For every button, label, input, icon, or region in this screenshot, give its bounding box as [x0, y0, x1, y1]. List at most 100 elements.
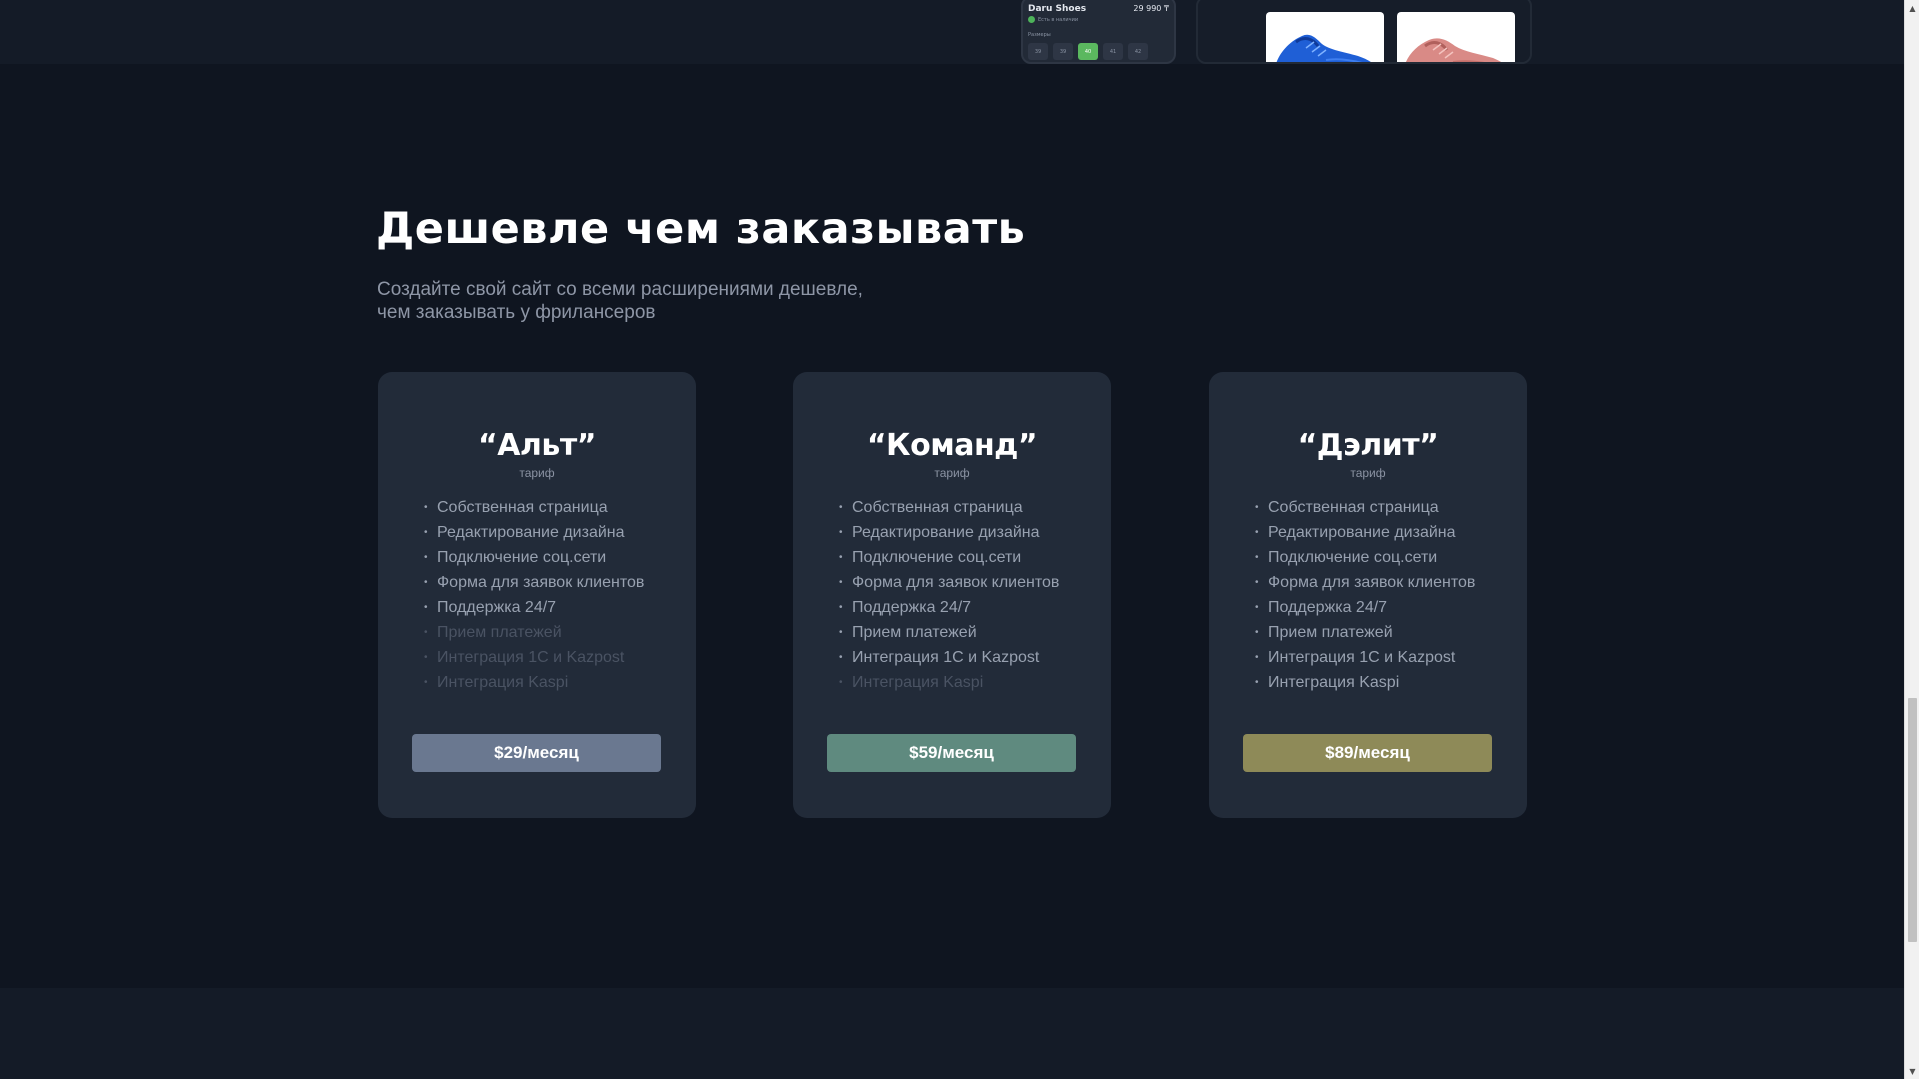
- preview-size-option[interactable]: 41: [1103, 43, 1123, 60]
- bullet-icon: •: [424, 627, 428, 638]
- feature-item: • Форма для заявок клиентов: [424, 570, 644, 595]
- bullet-icon: •: [1255, 552, 1259, 563]
- feature-item: • Интеграция 1С и Kazpost: [839, 645, 1059, 670]
- feature-text: Собственная страница: [852, 498, 1023, 516]
- preview-size-option[interactable]: 39: [1053, 43, 1073, 60]
- plan-label: тариф: [519, 466, 555, 480]
- feature-list: • Собственная страница • Редактирование диз…: [839, 495, 1059, 695]
- bullet-icon: •: [1255, 502, 1259, 513]
- preview-size-option[interactable]: 42: [1128, 43, 1148, 60]
- plan-name: “Дэлит”: [1297, 428, 1439, 463]
- feature-item: • Подключение соц.сети: [1255, 545, 1475, 570]
- preview-sizes-label: Размеры: [1028, 32, 1051, 38]
- plan-name: “Альт”: [478, 428, 596, 463]
- next-section-strip: [0, 988, 1904, 1079]
- phone-preview: Daru Shoes 29 990 ₸ Есть в наличии Разме…: [1021, 0, 1176, 64]
- bullet-icon: •: [424, 652, 428, 663]
- subtitle-line-1: Создайте свой сайт со всеми расширениями…: [377, 279, 863, 300]
- bullet-icon: •: [1255, 527, 1259, 538]
- feature-item: • Интеграция Kaspi: [424, 670, 644, 695]
- plan-label: тариф: [934, 466, 970, 480]
- bullet-icon: •: [1255, 627, 1259, 638]
- feature-item: • Собственная страница: [424, 495, 644, 520]
- product-card-blue-shoe[interactable]: [1266, 12, 1384, 62]
- scroll-down-arrow-icon[interactable]: ▼: [1905, 1063, 1919, 1079]
- feature-text: Форма для заявок клиентов: [1268, 573, 1476, 591]
- feature-text: Интеграция 1С и Kazpost: [1268, 648, 1456, 666]
- feature-text: Интеграция 1С и Kazpost: [852, 648, 1040, 666]
- plan-price-button[interactable]: $29/месяц: [412, 734, 661, 772]
- top-preview-strip: Daru Shoes 29 990 ₸ Есть в наличии Разме…: [0, 0, 1904, 64]
- bullet-icon: •: [839, 602, 843, 613]
- feature-item: • Поддержка 24/7: [424, 595, 644, 620]
- feature-text: Подключение соц.сети: [1268, 548, 1438, 566]
- section-subtitle: Создайте свой сайт со всеми расширениями…: [377, 278, 937, 324]
- subtitle-line-2: чем заказывать у фрилансеров: [377, 302, 656, 323]
- plan-price-button[interactable]: $59/месяц: [827, 734, 1076, 772]
- bullet-icon: •: [1255, 652, 1259, 663]
- bullet-icon: •: [424, 552, 428, 563]
- plan-price-button[interactable]: $89/месяц: [1243, 734, 1492, 772]
- preview-price: 29 990 ₸: [1133, 4, 1169, 13]
- section-heading: Дешевле чем заказывать: [376, 204, 1026, 254]
- feature-text: Поддержка 24/7: [852, 598, 972, 616]
- scroll-up-arrow-icon[interactable]: ▲: [1905, 0, 1919, 16]
- feature-text: Прием платежей: [1268, 623, 1393, 641]
- feature-item: • Поддержка 24/7: [839, 595, 1059, 620]
- feature-item: • Прием платежей: [424, 620, 644, 645]
- feature-item: • Форма для заявок клиентов: [839, 570, 1059, 595]
- bullet-icon: •: [424, 527, 428, 538]
- feature-text: Форма для заявок клиентов: [437, 573, 645, 591]
- feature-item: • Собственная страница: [839, 495, 1059, 520]
- feature-item: • Поддержка 24/7: [1255, 595, 1475, 620]
- feature-item: • Интеграция Kaspi: [839, 670, 1059, 695]
- pricing-section: Дешевле чем заказывать Создайте свой сай…: [0, 64, 1904, 988]
- feature-item: • Подключение соц.сети: [424, 545, 644, 570]
- bullet-icon: •: [424, 602, 428, 613]
- feature-text: Поддержка 24/7: [1268, 598, 1388, 616]
- page: Daru Shoes 29 990 ₸ Есть в наличии Разме…: [0, 0, 1919, 1079]
- vertical-scrollbar[interactable]: ▲ ▼: [1904, 0, 1919, 1079]
- plan-label: тариф: [1350, 466, 1386, 480]
- bullet-icon: •: [424, 502, 428, 513]
- feature-text: Форма для заявок клиентов: [852, 573, 1060, 591]
- feature-list: • Собственная страница • Редактирование диз…: [424, 495, 644, 695]
- preview-brand: Daru Shoes: [1028, 4, 1087, 14]
- stock-dot-icon: [1028, 16, 1035, 23]
- feature-item: • Интеграция 1С и Kazpost: [424, 645, 644, 670]
- feature-text: Собственная страница: [437, 498, 608, 516]
- bullet-icon: •: [839, 677, 843, 688]
- feature-list: • Собственная страница • Редактирование диз…: [1255, 495, 1475, 695]
- blue-sneaker-icon: [1276, 34, 1371, 62]
- bullet-icon: •: [839, 577, 843, 588]
- plan-card-komand: “Команд” тариф • Собственная страница • Ред…: [793, 372, 1111, 818]
- feature-text: Интеграция Kaspi: [852, 673, 984, 691]
- feature-text: Интеграция Kaspi: [437, 673, 569, 691]
- bullet-icon: •: [1255, 577, 1259, 588]
- preview-size-option[interactable]: 40: [1078, 43, 1098, 60]
- preview-stock: Есть в наличии: [1028, 16, 1078, 23]
- preview-size-option[interactable]: 39: [1028, 43, 1048, 60]
- product-card-pink-shoe[interactable]: [1397, 12, 1515, 62]
- feature-text: Редактирование дизайна: [852, 523, 1040, 541]
- bullet-icon: •: [1255, 602, 1259, 613]
- feature-item: • Форма для заявок клиентов: [1255, 570, 1475, 595]
- bullet-icon: •: [839, 627, 843, 638]
- feature-item: • Подключение соц.сети: [839, 545, 1059, 570]
- feature-text: Интеграция 1С и Kazpost: [437, 648, 625, 666]
- feature-item: • Собственная страница: [1255, 495, 1475, 520]
- feature-text: Поддержка 24/7: [437, 598, 557, 616]
- product-grid-preview: [1196, 0, 1532, 64]
- feature-text: Прием платежей: [437, 623, 562, 641]
- preview-stock-text: Есть в наличии: [1038, 16, 1079, 23]
- feature-text: Интеграция Kaspi: [1268, 673, 1400, 691]
- feature-item: • Редактирование дизайна: [839, 520, 1059, 545]
- feature-text: Собственная страница: [1268, 498, 1439, 516]
- plan-name: “Команд”: [866, 428, 1038, 463]
- feature-text: Подключение соц.сети: [437, 548, 607, 566]
- bullet-icon: •: [839, 552, 843, 563]
- plan-card-alt: “Альт” тариф • Собственная страница • Редак…: [378, 372, 696, 818]
- preview-sizes: 39 39 40 41 42: [1028, 43, 1148, 60]
- scrollbar-thumb[interactable]: [1908, 698, 1917, 942]
- feature-item: • Интеграция Kaspi: [1255, 670, 1475, 695]
